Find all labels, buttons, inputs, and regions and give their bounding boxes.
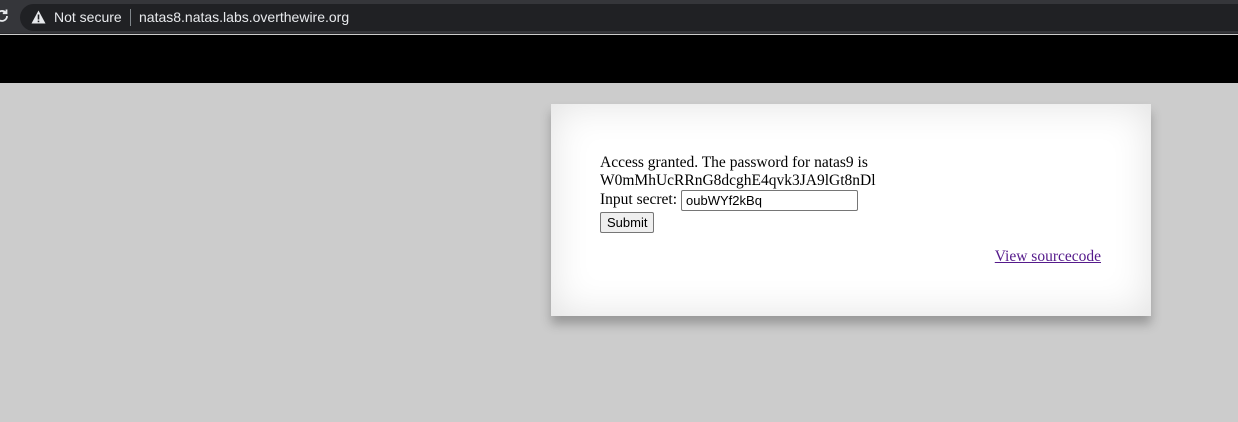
secret-row: Input secret: — [600, 189, 876, 211]
view-sourcecode-link[interactable]: View sourcecode — [995, 248, 1101, 266]
chip-divider — [130, 9, 131, 26]
secret-form: Input secret: Submit — [600, 189, 876, 233]
url-text[interactable]: natas8.natas.labs.overthewire.org — [139, 9, 349, 25]
not-secure-label[interactable]: Not secure — [54, 9, 122, 25]
browser-toolbar: Not secure natas8.natas.labs.overthewire… — [0, 0, 1238, 34]
secret-label: Input secret: — [600, 191, 678, 208]
password-text: W0mMhUcRRnG8dcghE4qvk3JA9lGt8nDl — [600, 172, 876, 189]
content-card: Access granted. The password for natas9 … — [551, 104, 1151, 316]
submit-button[interactable]: Submit — [600, 212, 655, 233]
site-header: 8 — [0, 35, 1238, 83]
address-bar[interactable]: Not secure natas8.natas.labs.overthewire… — [20, 4, 1238, 31]
access-message: Access granted. The password for natas9 … — [600, 154, 868, 171]
card-body: Access granted. The password for natas9 … — [600, 154, 876, 233]
warning-triangle-icon[interactable] — [31, 10, 46, 24]
reload-icon[interactable] — [0, 8, 10, 24]
secret-input[interactable] — [681, 189, 859, 211]
